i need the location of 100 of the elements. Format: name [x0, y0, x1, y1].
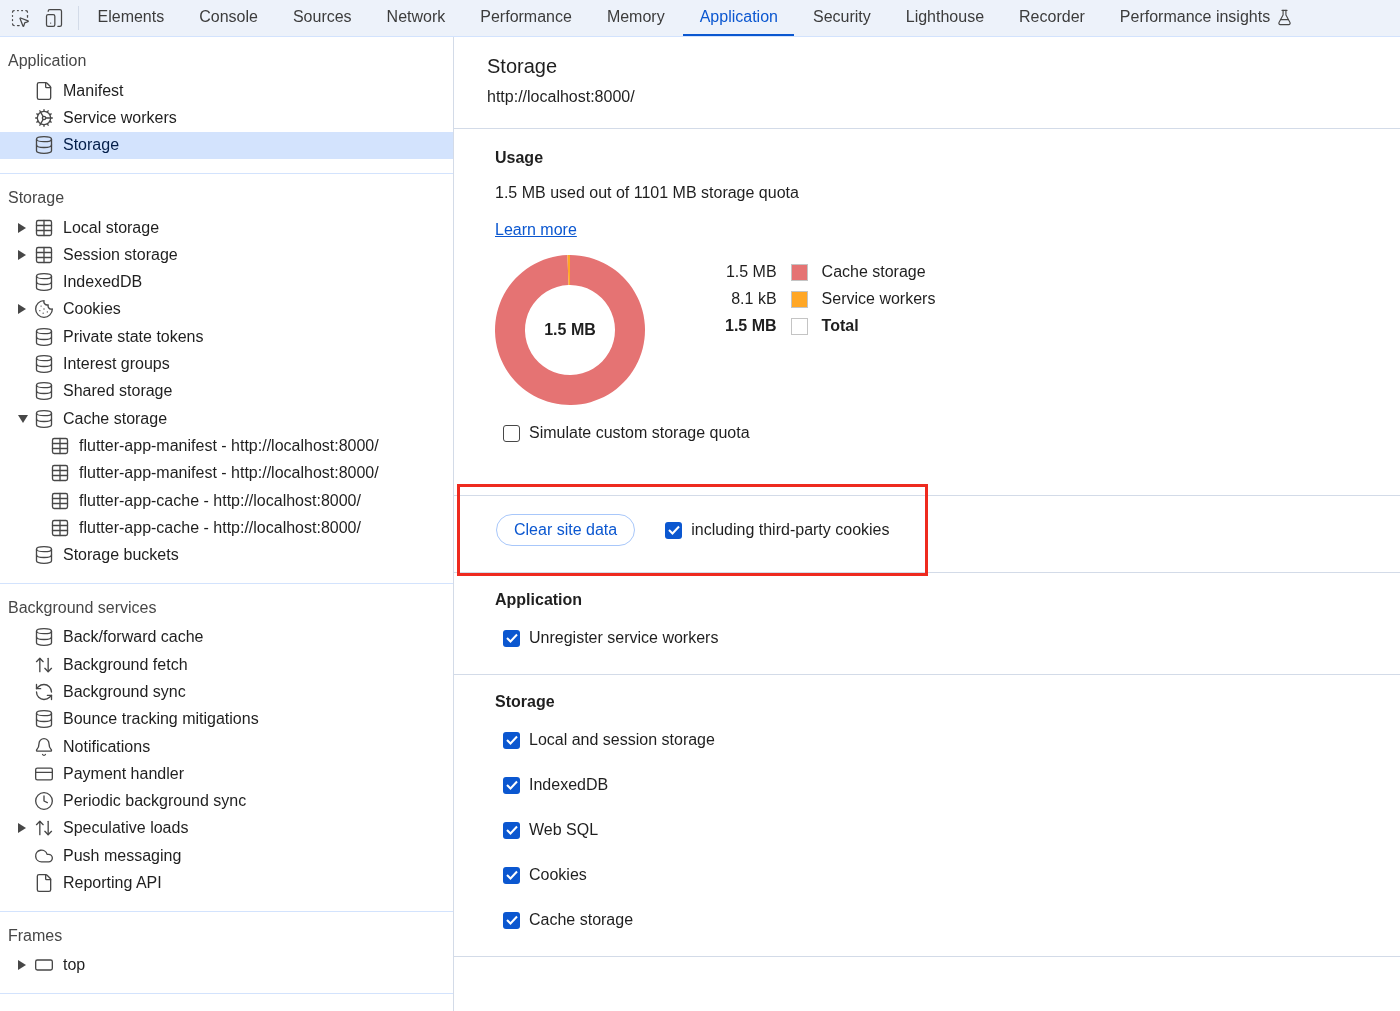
checkbox[interactable] — [503, 821, 520, 839]
checkbox-option[interactable]: Local and session storage — [495, 728, 1359, 752]
sidebar-item[interactable]: Service workers — [0, 104, 453, 132]
sidebar-item[interactable]: Manifest — [0, 77, 453, 105]
section-heading: Usage — [495, 149, 545, 167]
checkbox-option[interactable]: Unregister service workers — [495, 626, 1359, 650]
sidebar-item[interactable]: Speculative loads — [0, 814, 453, 843]
panel-tab[interactable]: Memory — [590, 0, 682, 36]
page-title: Storage — [487, 55, 559, 78]
legend-label: Service workers — [821, 290, 936, 308]
clear-site-data-button[interactable]: Clear site data — [496, 514, 636, 546]
sidebar-item[interactable]: Session storage — [0, 241, 453, 269]
database-icon — [34, 272, 54, 293]
usage-summary: 1.5 MB used out of 1101 MB storage quota — [495, 184, 800, 202]
table-icon — [50, 517, 70, 538]
database-icon — [34, 381, 54, 402]
panel-tab[interactable]: Recorder — [1002, 0, 1102, 36]
sidebar-item[interactable]: flutter-app-cache - http://localhost:8000/ — [0, 514, 453, 542]
panel-tab[interactable]: Sources — [276, 0, 369, 36]
checkbox-option[interactable]: Cache storage — [495, 908, 1359, 932]
sidebar-item[interactable]: Storage — [0, 131, 453, 159]
database-icon — [34, 627, 54, 648]
sidebar-section-title: Frames — [7, 925, 64, 946]
expand-arrow-icon[interactable] — [18, 222, 26, 233]
table-icon — [50, 490, 70, 511]
sidebar-section-title: Background services — [7, 597, 158, 618]
legend-size: 1.5 MB — [725, 317, 777, 335]
table-icon — [50, 435, 70, 456]
checkbox-option[interactable]: Web SQL — [495, 818, 1359, 842]
sidebar-item[interactable]: flutter-app-cache - http://localhost:8000/ — [0, 486, 453, 515]
checkbox-option[interactable]: Cookies — [495, 863, 1359, 887]
table-icon — [50, 463, 70, 484]
sidebar-item[interactable]: Cookies — [0, 295, 453, 324]
checkbox[interactable] — [503, 776, 520, 794]
sidebar-section-title: Application — [7, 51, 88, 71]
panel-tab[interactable]: Elements — [81, 0, 181, 36]
expand-arrow-icon[interactable] — [18, 414, 28, 423]
sidebar-item[interactable]: Bounce tracking mitigations — [0, 705, 453, 733]
panel-tab[interactable]: Lighthouse — [889, 0, 1001, 36]
checkbox[interactable] — [503, 629, 520, 647]
panel-tab[interactable]: Security — [796, 0, 888, 36]
checkbox-option[interactable]: IndexedDB — [495, 773, 1359, 797]
learn-more-link[interactable]: Learn more — [495, 221, 577, 239]
database-icon — [34, 354, 54, 374]
checkbox-option[interactable]: Simulate custom storage quota — [495, 421, 1359, 445]
legend-size: 1.5 MB — [725, 263, 777, 281]
panel-tab[interactable]: Console — [182, 0, 275, 36]
expand-arrow-icon[interactable] — [18, 249, 26, 260]
checkbox[interactable] — [503, 731, 520, 749]
device-toolbar-icon[interactable] — [44, 8, 64, 28]
section-heading: Storage — [495, 693, 556, 711]
panel-tab[interactable]: Performance — [463, 0, 589, 36]
sidebar-item[interactable]: Background fetch — [0, 651, 453, 679]
section-heading: Application — [495, 591, 584, 609]
sidebar-section-title: Storage — [7, 187, 66, 208]
checkbox[interactable] — [665, 521, 683, 539]
checkbox[interactable] — [503, 424, 520, 442]
database-icon — [34, 408, 54, 429]
database-icon — [34, 326, 54, 347]
sidebar-item[interactable]: Private state tokens — [0, 323, 453, 351]
checkbox[interactable] — [503, 911, 520, 929]
legend-swatch — [790, 317, 808, 335]
flask-icon — [1276, 8, 1294, 26]
panel-tab[interactable]: Application — [683, 0, 795, 36]
sidebar-item[interactable]: Reporting API — [0, 869, 453, 897]
sidebar-item[interactable]: Push messaging — [0, 842, 453, 870]
legend-swatch — [790, 290, 808, 308]
sidebar-item[interactable]: Storage buckets — [0, 541, 453, 569]
sidebar-item[interactable]: flutter-app-manifest - http://localhost:8000/ — [0, 432, 453, 460]
sidebar-item[interactable]: Local storage — [0, 213, 453, 242]
origin-url: http://localhost:8000/ — [487, 88, 636, 106]
sidebar-item[interactable]: Back/forward cache — [0, 623, 453, 652]
element-picker-icon[interactable] — [10, 8, 30, 28]
panel-tab[interactable]: Network — [370, 0, 462, 36]
database-icon — [34, 709, 54, 730]
sidebar-item[interactable]: Interest groups — [0, 350, 453, 378]
sidebar-item[interactable]: top — [0, 951, 453, 979]
sidebar-item[interactable]: IndexedDB — [0, 268, 453, 296]
expand-arrow-icon[interactable] — [18, 823, 26, 834]
gears-icon — [34, 107, 54, 128]
legend-label: Cache storage — [821, 263, 927, 281]
table-icon — [34, 217, 54, 238]
table-icon — [34, 244, 54, 265]
expand-arrow-icon[interactable] — [18, 304, 26, 315]
sidebar-item[interactable]: Cache storage — [0, 404, 453, 433]
sidebar-item[interactable]: Shared storage — [0, 377, 453, 405]
cookie-icon — [34, 299, 54, 320]
checkbox-option[interactable]: including third-party cookies — [657, 518, 890, 542]
legend-size: 8.1 kB — [730, 290, 777, 308]
sidebar-item[interactable]: Notifications — [0, 732, 453, 761]
database-icon — [34, 545, 54, 566]
bell-icon — [34, 736, 54, 757]
legend-label: Total — [821, 317, 860, 335]
sidebar-item[interactable]: Periodic background sync — [0, 787, 453, 815]
sidebar-item[interactable]: Background sync — [0, 678, 453, 706]
sidebar-item[interactable]: flutter-app-manifest - http://localhost:8000/ — [0, 459, 453, 487]
sidebar-item[interactable]: Payment handler — [0, 760, 453, 788]
expand-arrow-icon[interactable] — [18, 960, 26, 971]
checkbox[interactable] — [503, 866, 520, 884]
panel-tab[interactable]: Performance insights — [1103, 0, 1310, 36]
